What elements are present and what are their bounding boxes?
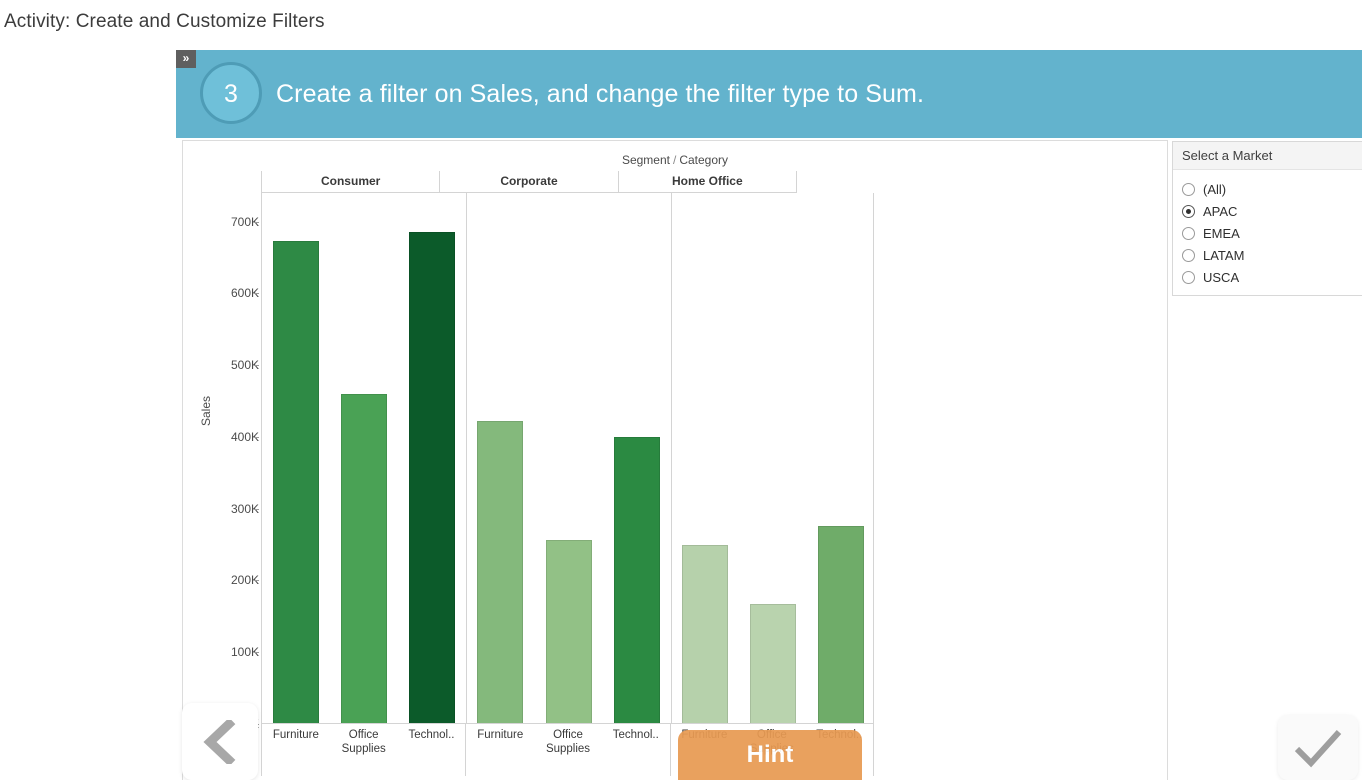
market-option-all[interactable]: (All) [1182,178,1362,200]
bar-consumer-technol[interactable] [409,232,456,723]
chart-title-separator: / [672,153,677,167]
previous-step-button[interactable] [182,703,258,780]
market-option-label: APAC [1203,203,1238,219]
bar-home-office-office-supplies[interactable] [749,603,796,723]
x-tick-label[interactable]: Technol.. [398,724,466,776]
market-filter-title: Select a Market [1173,142,1362,170]
step-number-badge: 3 [200,62,262,124]
y-tick-label: 500K [230,358,259,373]
y-tick-label: 100K [230,645,259,660]
chart-title-right: Category [679,153,729,167]
market-option-emea[interactable]: EMEA [1182,222,1362,244]
y-tick-mark [254,365,259,367]
page-title: Activity: Create and Customize Filters [4,11,325,32]
y-tick-mark [254,293,259,295]
market-option-usca[interactable]: USCA [1182,266,1362,288]
bar-consumer-office-supplies[interactable] [341,394,388,723]
bar-home-office-furniture[interactable] [681,545,728,723]
checkmark-icon [1294,729,1342,767]
radio-button-icon[interactable] [1182,204,1195,218]
bar-consumer-furniture[interactable] [273,240,320,723]
y-tick-label: 600K [230,286,259,301]
y-tick-label: 300K [230,501,259,516]
x-group-consumer: Furniture Office Supplies Technol.. [261,724,465,776]
x-tick-label[interactable]: Furniture [466,724,534,776]
radio-button-icon[interactable] [1182,182,1195,196]
chevron-left-icon [203,719,236,764]
hint-button[interactable]: Hint [678,730,862,780]
y-axis: 0K100K200K300K400K500K600K700K [197,193,259,731]
y-tick-mark [254,436,259,438]
market-filter-panel: Select a Market (All) APAC EMEA LATAM USCA [1172,141,1362,296]
radio-button-icon[interactable] [1182,270,1195,284]
segment-header-consumer: Consumer [261,171,439,192]
bar-corporate-furniture[interactable] [477,420,524,723]
x-tick-label[interactable]: Furniture [262,724,330,776]
x-tick-label[interactable]: Technol.. [602,724,670,776]
y-tick-mark [254,580,259,582]
expand-chevron-icon[interactable]: » [176,50,196,68]
radio-button-icon[interactable] [1182,226,1195,240]
chart-title-left: Segment [621,153,670,167]
bar-corporate-technol[interactable] [613,437,660,723]
y-tick-mark [254,652,259,654]
y-tick-label: 200K [230,573,259,588]
market-option-label: USCA [1203,269,1240,285]
market-option-latam[interactable]: LATAM [1182,244,1362,266]
segment-header-home-office: Home Office [617,171,797,192]
x-group-corporate: Furniture Office Supplies Technol.. [465,724,669,776]
market-option-label: (All) [1203,181,1227,197]
y-tick-mark [254,508,259,510]
market-option-label: EMEA [1203,225,1240,241]
done-button[interactable] [1278,715,1358,780]
segment-divider [466,193,468,723]
plot-area [261,193,874,724]
plot-right-border [873,193,874,723]
x-tick-label[interactable]: Office Supplies [330,724,398,776]
bar-corporate-office-supplies[interactable] [545,540,592,723]
radio-button-icon[interactable] [1182,248,1195,262]
instruction-banner: » 3 Create a filter on Sales, and change… [176,50,1362,138]
chart-title: Segment / Category [183,153,1167,167]
market-option-label: LATAM [1203,247,1245,263]
segment-header-row: Consumer Corporate Home Office [261,171,797,193]
instruction-text: Create a filter on Sales, and change the… [276,79,925,108]
x-tick-label[interactable]: Office Supplies [534,724,602,776]
y-tick-label: 400K [230,429,259,444]
market-filter-options: (All) APAC EMEA LATAM USCA [1173,173,1362,288]
segment-header-corporate: Corporate [439,171,617,192]
y-tick-mark [254,221,259,223]
y-tick-label: 700K [230,214,259,229]
segment-divider [670,193,672,723]
visualization-container: Segment / Category Consumer Corporate Home O… [182,140,1168,780]
bar-home-office-technol[interactable] [817,526,864,723]
market-option-apac[interactable]: APAC [1182,200,1362,222]
